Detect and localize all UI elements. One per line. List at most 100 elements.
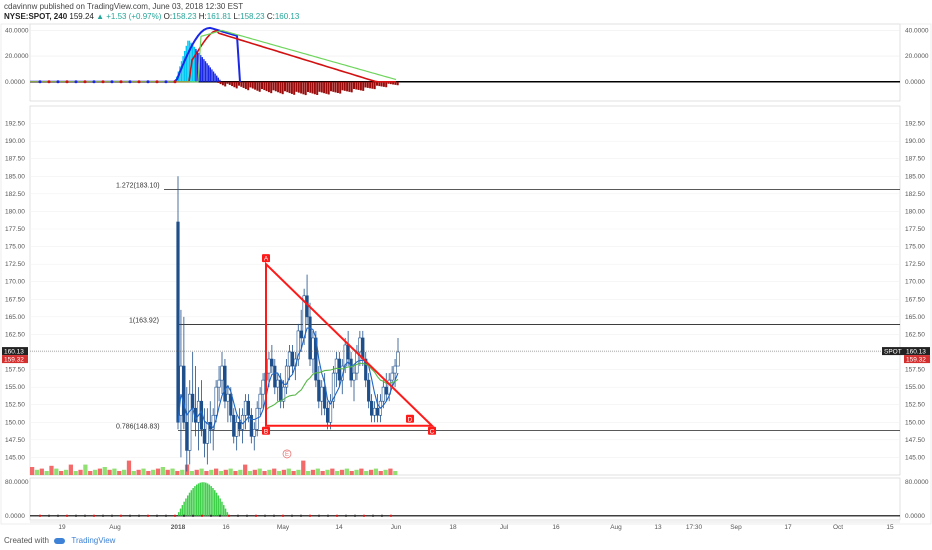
volume-bar — [107, 469, 112, 475]
volume-bar — [34, 469, 40, 475]
volume-bar — [223, 469, 228, 475]
osc-neg-bar — [284, 81, 286, 92]
candle-body — [337, 358, 341, 381]
price-ytick-left: 170.00 — [5, 279, 25, 286]
osc-neg-bar — [318, 81, 321, 92]
osc-dot — [74, 80, 78, 84]
osc-neg-bar — [249, 81, 252, 88]
bottom-hist-bar — [205, 482, 207, 516]
osc-hist-bar — [214, 73, 216, 82]
bottom-dot — [218, 514, 222, 517]
osc-hist-bar — [184, 50, 186, 82]
osc-dot — [146, 80, 150, 84]
volume-bar — [175, 471, 180, 475]
price-ytick-left: 152.50 — [5, 402, 25, 409]
price-ytick-left: 162.50 — [5, 331, 25, 338]
bottom-hist-bar — [196, 484, 198, 516]
osc-neg-bar — [244, 81, 247, 90]
tradingview-brand[interactable]: TradingView — [71, 536, 115, 545]
bottom-dot — [263, 514, 267, 517]
panel-frame-0 — [29, 23, 901, 102]
volume-bar — [335, 471, 340, 475]
volume-bar — [180, 469, 185, 475]
osc-hist-bar — [203, 59, 205, 82]
candle-body — [334, 358, 339, 374]
osc-hist-bar — [193, 46, 195, 82]
x-axis-tick: Aug — [610, 524, 622, 531]
volume-bar — [228, 468, 233, 475]
osc-ytick-right: 0.0000 — [905, 79, 925, 86]
candle-body — [223, 365, 227, 402]
osc-neg-bar — [364, 81, 367, 88]
bottom-hist-bar — [215, 492, 218, 516]
volume-bar — [349, 471, 354, 475]
bottom-dot — [281, 514, 285, 517]
candle-body — [202, 429, 207, 444]
bottom-dot — [290, 514, 294, 517]
candle-body — [243, 400, 248, 416]
candle-body — [252, 429, 256, 437]
osc-neg-bar — [323, 81, 326, 94]
osc-neg-bar — [357, 81, 360, 90]
price-ytick-left: 175.00 — [5, 244, 25, 251]
candle-body — [196, 400, 201, 423]
volume-bar — [276, 471, 282, 475]
bottom-dot — [182, 514, 186, 517]
osc-hist-bar — [216, 75, 218, 82]
fib-level-label: 0.786(148.83) — [116, 424, 160, 431]
price-ytick-left: 192.50 — [5, 121, 25, 128]
candle-body — [270, 358, 274, 367]
bottom-ytick-left: 0.0000 — [5, 513, 25, 520]
bottom-hist-bar — [224, 508, 227, 516]
candle-body — [390, 372, 394, 381]
bottom-dot — [56, 514, 60, 517]
bottom-dot — [119, 514, 123, 517]
candle-body — [384, 386, 388, 395]
osc-neg-bar — [316, 81, 319, 95]
volume-bar — [306, 471, 311, 475]
volume-bar — [373, 468, 379, 475]
osc-dot — [110, 80, 114, 84]
osc-neg-bar — [371, 81, 374, 89]
osc-neg-bar — [362, 81, 365, 91]
price-ytick-left: 190.00 — [5, 138, 25, 145]
volume-bar — [209, 469, 214, 475]
price-ytick-right: 152.50 — [905, 402, 925, 409]
osc-ytick-left: 0.0000 — [5, 79, 25, 86]
candle-body — [372, 407, 377, 416]
bottom-ytick-right: 80.0000 — [905, 479, 929, 486]
volume-bar — [92, 469, 98, 475]
bottom-hist-bar — [178, 512, 180, 516]
osc-hist-bar — [211, 69, 213, 82]
volume-bar — [146, 471, 151, 475]
volume-bar — [233, 471, 238, 475]
x-axis-tick: 16 — [552, 524, 560, 531]
osc-neg-bar — [290, 81, 293, 94]
osc-hist-bar — [217, 77, 219, 82]
bottom-hist-bar — [217, 495, 220, 516]
osc-neg-bar — [350, 81, 353, 93]
volume-bar — [218, 471, 224, 475]
osc-neg-bar — [300, 81, 303, 94]
volume-bar — [281, 469, 287, 475]
price-ytick-left: 185.00 — [5, 173, 25, 180]
bottom-hist-bar — [188, 492, 191, 516]
volume-bar — [310, 469, 316, 475]
candle-body — [287, 351, 292, 367]
bottom-dot — [389, 514, 393, 517]
candle-body — [232, 414, 236, 437]
price-ytick-left: 187.50 — [5, 156, 25, 163]
volume-bar — [339, 469, 345, 475]
osc-hist-bar — [206, 63, 208, 82]
bottom-dot — [272, 514, 276, 517]
volume-bar — [68, 464, 73, 475]
price-ytick-right: 185.00 — [905, 173, 925, 180]
price-ytick-right: 175.00 — [905, 244, 925, 251]
bottom-dot — [380, 514, 384, 517]
volume-bar — [73, 471, 78, 475]
volume-bar — [63, 469, 69, 475]
osc-ytick-right: 20.0000 — [905, 53, 929, 60]
triangle-pattern — [265, 261, 435, 427]
chart-svg[interactable]: 40.0000 40.0000 20.0000 20.0000 0.0000 0.0000… — [0, 0, 932, 550]
volume-bar — [204, 471, 209, 475]
